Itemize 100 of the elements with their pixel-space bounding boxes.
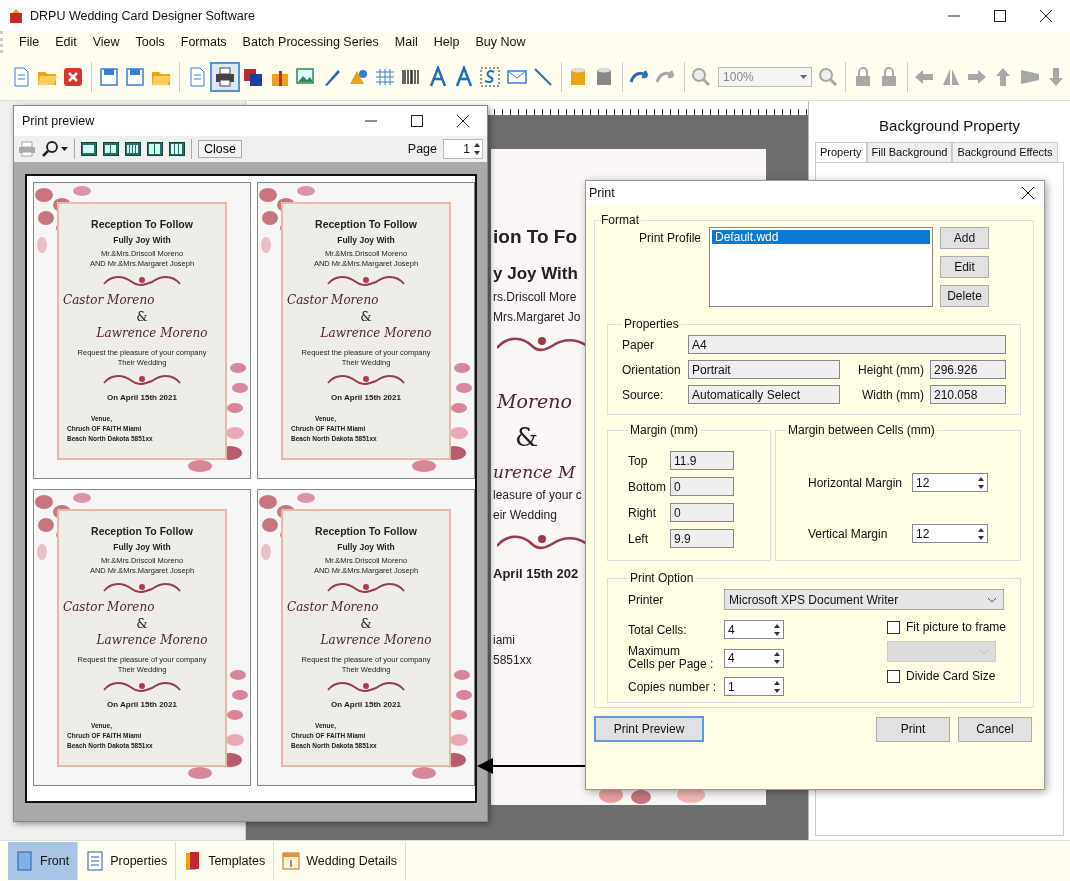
panel-title: Background Property — [878, 116, 1021, 136]
card-name: Castor Moreno — [287, 599, 379, 614]
checkbox-label: Fit picture to frame — [905, 620, 1006, 634]
bottom-tab[interactable]: Properties — [78, 842, 177, 880]
menu-item[interactable]: Help — [425, 35, 468, 49]
menu-item[interactable]: Mail — [386, 35, 426, 49]
spin-field[interactable]: 4 — [724, 648, 784, 668]
card-name: Lawrence Moreno — [320, 632, 432, 647]
checkbox[interactable] — [886, 669, 900, 683]
margin-field[interactable]: 0 — [670, 477, 734, 496]
menu-item[interactable]: Buy Now — [467, 35, 534, 49]
card-text: 5851xx — [493, 653, 532, 667]
page-spinner[interactable]: 1 — [443, 139, 483, 159]
maximize-icon[interactable] — [411, 115, 423, 127]
card-date: On April 15th 2021 — [107, 699, 177, 709]
paper-field[interactable]: A4 — [688, 335, 1006, 354]
card-name: Moreno — [497, 390, 572, 412]
card-text: rs.Driscoll More — [493, 290, 577, 304]
group-label: Format — [600, 213, 640, 227]
height-field[interactable]: 296.926 — [930, 360, 1006, 379]
card-text: iami — [493, 633, 515, 647]
close-icon[interactable] — [1022, 187, 1034, 199]
card-name: Lawrence Moreno — [96, 325, 208, 340]
list-item[interactable]: Default.wdd — [712, 230, 931, 244]
tab[interactable]: Background Effects — [952, 142, 1058, 162]
field-label: Left — [628, 531, 649, 546]
profile-button[interactable]: Edit — [940, 256, 990, 278]
margin-field[interactable]: 11.9 — [670, 451, 734, 470]
field-label: Height (mm) — [857, 362, 925, 377]
printer-dropdown[interactable]: Microsoft XPS Document Writer — [724, 589, 1004, 610]
spin-arrows-icon[interactable] — [771, 650, 783, 666]
app-logo-icon — [8, 7, 24, 24]
field-label: Paper — [622, 337, 656, 352]
width-field[interactable]: 210.058 — [930, 385, 1006, 404]
bottom-tab[interactable]: Front — [8, 842, 79, 880]
card-name: Castor Moreno — [63, 599, 155, 614]
margin-field[interactable]: 0 — [670, 503, 734, 522]
card-date: On April 15th 2021 — [331, 699, 401, 709]
card-text: eir Wedding — [493, 508, 557, 522]
menu-item[interactable]: Formats — [172, 35, 235, 49]
printer-icon[interactable] — [210, 61, 240, 92]
margin-field[interactable]: 9.9 — [670, 529, 734, 548]
page-layout-icon[interactable] — [147, 142, 163, 156]
menu-item[interactable]: File — [11, 35, 48, 49]
spin-arrows-icon[interactable] — [472, 141, 482, 157]
card-date: On April 15th 2021 — [331, 392, 401, 402]
page-layout-icon[interactable] — [103, 142, 119, 156]
source-field[interactable]: Automatically Select — [688, 385, 840, 404]
card-subheading: y Joy With — [493, 264, 578, 284]
menu-item[interactable]: Edit — [47, 35, 85, 49]
card-subheading: Fully Joy With — [113, 234, 171, 245]
tab[interactable]: Fill Background — [866, 142, 953, 162]
menu-item[interactable]: Batch Processing Series — [234, 35, 387, 49]
maximize-icon[interactable] — [994, 9, 1006, 22]
field-label: Maximum Cells per Page : — [628, 645, 715, 671]
tab[interactable]: Property — [815, 142, 867, 162]
profile-button[interactable]: Delete — [940, 285, 990, 307]
card-date: April 15th 202 — [493, 566, 579, 581]
menu-item[interactable]: Tools — [127, 35, 173, 49]
spin-field[interactable]: 12 — [912, 473, 988, 492]
close-button[interactable]: Close — [198, 140, 242, 158]
checkbox[interactable] — [886, 620, 900, 634]
print-button[interactable]: Print — [876, 716, 950, 742]
spin-field[interactable]: 1 — [724, 677, 784, 696]
card-subheading: Fully Joy With — [337, 234, 395, 245]
print-preview-button[interactable]: Print Preview — [594, 716, 704, 742]
bottom-tab[interactable]: Wedding Details — [274, 842, 406, 880]
orientation-field[interactable]: Portrait — [688, 360, 840, 379]
dialog-title: Print — [589, 186, 615, 200]
spin-field[interactable]: 12 — [912, 524, 988, 543]
profile-button[interactable]: Add — [940, 227, 990, 249]
card-subheading: Fully Joy With — [113, 541, 171, 552]
page-layout-icon[interactable] — [169, 142, 185, 156]
card-ampersand: & — [136, 615, 148, 631]
card-heading: Reception To Follow — [91, 524, 193, 537]
close-icon[interactable] — [1040, 9, 1052, 22]
field-label: Horizontal Margin — [807, 475, 902, 490]
field-label: Width (mm) — [861, 387, 925, 402]
search-icon[interactable] — [42, 141, 68, 157]
card-text: leasure of your c — [493, 488, 582, 502]
bottom-tab[interactable]: Templates — [176, 842, 275, 880]
close-icon[interactable] — [457, 115, 469, 127]
card-ampersand: & — [136, 308, 148, 324]
group-label: Properties — [623, 317, 680, 331]
card-heading: ion To Fo — [493, 226, 578, 248]
page-icon — [16, 851, 34, 871]
card-name: Castor Moreno — [287, 292, 379, 307]
cancel-button[interactable]: Cancel — [958, 716, 1032, 742]
page-layout-icon[interactable] — [81, 142, 97, 156]
field-label: Print Profile — [639, 231, 702, 245]
field-label: Total Cells: — [628, 622, 688, 637]
card-heading: Reception To Follow — [91, 217, 193, 230]
page-layout-icon[interactable] — [125, 142, 141, 156]
caret-icon — [978, 648, 989, 655]
spin-field[interactable]: 4 — [724, 620, 784, 639]
field-label: Bottom — [628, 479, 667, 494]
field-label: Copies number : — [628, 679, 718, 694]
menu-item[interactable]: View — [84, 35, 128, 49]
card-text: Mrs.Margaret Jo — [493, 310, 581, 324]
field-label: Source: — [622, 387, 665, 402]
